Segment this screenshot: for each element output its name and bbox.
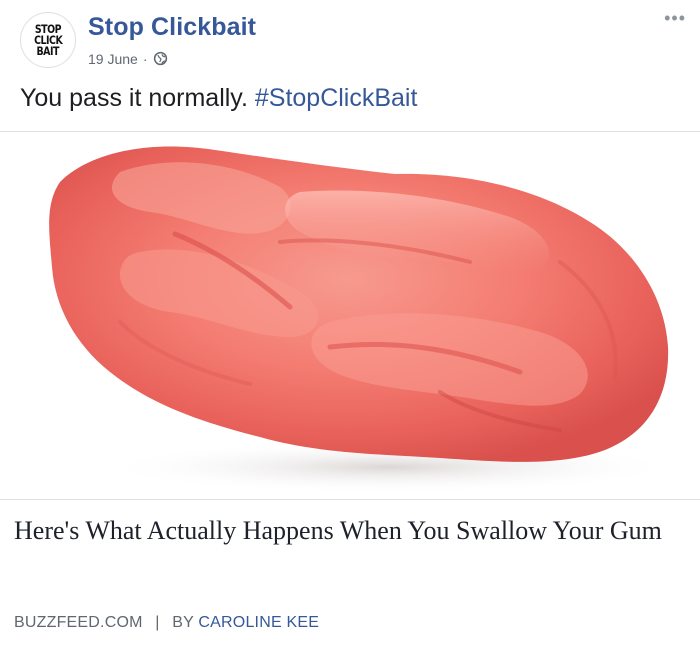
author-link[interactable]: CAROLINE KEE <box>198 614 319 631</box>
meta-separator: · <box>142 51 148 67</box>
post-header: STOP CLICK BAIT Stop Clickbait 19 June ·… <box>0 0 700 80</box>
by-label: BY <box>172 614 194 631</box>
post-date[interactable]: 19 June <box>88 51 138 67</box>
link-source-line: BUZZFEED.COM | BY CAROLINE KEE <box>14 614 319 632</box>
more-options-icon[interactable]: ••• <box>664 9 686 27</box>
link-title[interactable]: Here's What Actually Happens When You Sw… <box>14 514 684 547</box>
avatar-line-3: BAIT <box>36 43 60 58</box>
globe-icon[interactable] <box>153 51 169 67</box>
page-name-link[interactable]: Stop Clickbait <box>88 13 256 42</box>
link-preview-card[interactable]: Here's What Actually Happens When You Sw… <box>0 499 700 650</box>
source-separator: | <box>155 614 160 631</box>
page-avatar[interactable]: STOP CLICK BAIT <box>20 12 76 68</box>
post-message: You pass it normally. #StopClickBait <box>20 84 417 113</box>
post-message-text: You pass it normally. <box>20 84 248 112</box>
chewed-gum-photo <box>49 146 680 493</box>
hashtag-link[interactable]: #StopClickBait <box>255 84 418 112</box>
link-preview-image[interactable] <box>0 131 700 499</box>
post-meta: 19 June · <box>88 51 169 67</box>
link-domain: BUZZFEED.COM <box>14 614 143 631</box>
facebook-post: STOP CLICK BAIT Stop Clickbait 19 June ·… <box>0 0 700 650</box>
